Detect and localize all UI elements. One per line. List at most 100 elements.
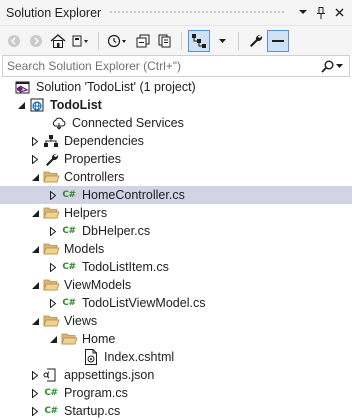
folder-open-icon	[42, 204, 60, 222]
forward-button[interactable]	[26, 30, 46, 52]
tree-item-label: TodoList	[50, 98, 102, 112]
tree-item-home-folder[interactable]: Home	[0, 330, 352, 348]
history-icon	[107, 34, 126, 47]
switch-views-icon	[72, 35, 88, 46]
search-icon[interactable]	[321, 60, 334, 73]
tree-item-viewmodels-folder[interactable]: ViewModels	[0, 276, 352, 294]
tree-item-label: appsettings.json	[64, 368, 155, 382]
collapsed-arrow-icon[interactable]	[46, 222, 60, 240]
tree-item-todo-list-item[interactable]: C# TodoListItem.cs	[0, 258, 352, 276]
show-all-files-icon	[158, 34, 171, 47]
tree-item-label: HomeController.cs	[82, 188, 185, 202]
preview-icon	[272, 39, 284, 42]
collapsed-arrow-icon[interactable]	[46, 294, 60, 312]
expanded-arrow-icon[interactable]	[14, 96, 28, 114]
search-box	[2, 55, 350, 77]
folder-open-icon	[42, 240, 60, 258]
tree-item-index-cshtml[interactable]: Index.cshtml	[0, 348, 352, 366]
sync-with-active-document-icon	[192, 33, 206, 48]
pin-icon	[317, 6, 325, 19]
folder-open-icon	[60, 330, 78, 348]
collapsed-arrow-icon[interactable]	[28, 402, 42, 420]
show-all-files-button[interactable]	[155, 30, 175, 52]
tree-item-home-controller[interactable]: C# HomeController.cs	[0, 186, 352, 204]
collapsed-arrow-icon[interactable]	[46, 258, 60, 276]
tree-item-controllers-folder[interactable]: Controllers	[0, 168, 352, 186]
home-icon	[50, 33, 66, 48]
csharp-file-icon: C#	[62, 298, 76, 308]
tree-item-label: Program.cs	[64, 386, 128, 400]
tree-item-label: Connected Services	[72, 116, 184, 130]
tree-item-label: Index.cshtml	[104, 350, 175, 364]
title-bar: Solution Explorer	[0, 0, 352, 26]
csharp-file-icon: C#	[44, 388, 58, 398]
collapsed-arrow-icon[interactable]	[28, 150, 42, 168]
search-input[interactable]	[3, 56, 317, 76]
tree-item-label: Solution 'TodoList' (1 project)	[36, 80, 196, 94]
toolbar-separator	[98, 31, 99, 50]
solution-tree: Solution 'TodoList' (1 project) TodoList…	[0, 78, 352, 420]
cloud-icon	[50, 114, 68, 132]
switch-views-button[interactable]	[70, 30, 92, 52]
expanded-arrow-icon[interactable]	[28, 276, 42, 294]
folder-open-icon	[42, 168, 60, 186]
collapse-all-button[interactable]	[133, 30, 153, 52]
properties-button[interactable]	[245, 30, 265, 52]
sync-dropdown-button[interactable]	[212, 30, 232, 52]
tree-item-solution[interactable]: Solution 'TodoList' (1 project)	[0, 78, 352, 96]
tree-item-dependencies[interactable]: Dependencies	[0, 132, 352, 150]
wrench-icon	[42, 150, 60, 168]
properties-wrench-icon	[249, 34, 262, 47]
back-button[interactable]	[4, 30, 24, 52]
tree-item-label: Controllers	[64, 170, 125, 184]
drag-grip[interactable]	[109, 10, 286, 15]
expanded-arrow-icon[interactable]	[28, 168, 42, 186]
collapsed-arrow-icon[interactable]	[28, 384, 42, 402]
dropdown-icon	[299, 10, 307, 14]
tree-item-models-folder[interactable]: Models	[0, 240, 352, 258]
sync-with-active-document-button[interactable]	[188, 29, 210, 52]
tree-item-connected-services[interactable]: Connected Services	[0, 114, 352, 132]
auto-hide-pin-button[interactable]	[312, 4, 330, 22]
expanded-arrow-icon[interactable]	[28, 204, 42, 222]
csharp-file-icon: C#	[62, 226, 76, 236]
home-button[interactable]	[48, 30, 68, 52]
tree-item-db-helper[interactable]: C# DbHelper.cs	[0, 222, 352, 240]
tree-item-todo-list-viewmodel[interactable]: C# TodoListViewModel.cs	[0, 294, 352, 312]
window-position-dropdown-button[interactable]	[294, 4, 312, 22]
razor-file-icon	[82, 348, 100, 366]
tree-item-label: ViewModels	[64, 278, 132, 292]
close-button[interactable]	[330, 4, 348, 22]
tree-item-appsettings[interactable]: appsettings.json	[0, 366, 352, 384]
pending-changes-filter-button[interactable]	[105, 30, 131, 52]
back-icon	[8, 34, 20, 47]
collapsed-arrow-icon[interactable]	[28, 366, 42, 384]
tree-item-label: TodoListItem.cs	[82, 260, 169, 274]
csharp-file-icon: C#	[62, 262, 76, 272]
collapsed-arrow-icon[interactable]	[46, 186, 60, 204]
tree-item-properties[interactable]: Properties	[0, 150, 352, 168]
folder-open-icon	[42, 312, 60, 330]
search-options-dropdown-icon[interactable]	[336, 64, 343, 68]
tree-item-label: Home	[82, 332, 116, 346]
tree-item-label: Views	[64, 314, 98, 328]
collapse-all-icon	[136, 34, 150, 47]
folder-open-icon	[42, 276, 60, 294]
web-project-icon	[28, 96, 46, 114]
preview-selected-items-button[interactable]	[267, 29, 289, 52]
tree-item-label: Models	[64, 242, 105, 256]
tree-item-label: Helpers	[64, 206, 108, 220]
tree-item-label: DbHelper.cs	[82, 224, 151, 238]
collapsed-arrow-icon[interactable]	[28, 132, 42, 150]
tree-item-project[interactable]: TodoList	[0, 96, 352, 114]
forward-icon	[30, 34, 42, 47]
tree-item-startup[interactable]: C# Startup.cs	[0, 402, 352, 420]
tree-item-program[interactable]: C# Program.cs	[0, 384, 352, 402]
expanded-arrow-icon[interactable]	[46, 330, 60, 348]
dependencies-icon	[42, 132, 60, 150]
tree-item-views-folder[interactable]: Views	[0, 312, 352, 330]
expanded-arrow-icon[interactable]	[28, 312, 42, 330]
expanded-arrow-icon[interactable]	[28, 240, 42, 258]
tree-item-helpers-folder[interactable]: Helpers	[0, 204, 352, 222]
tree-item-label: Startup.cs	[64, 404, 121, 418]
